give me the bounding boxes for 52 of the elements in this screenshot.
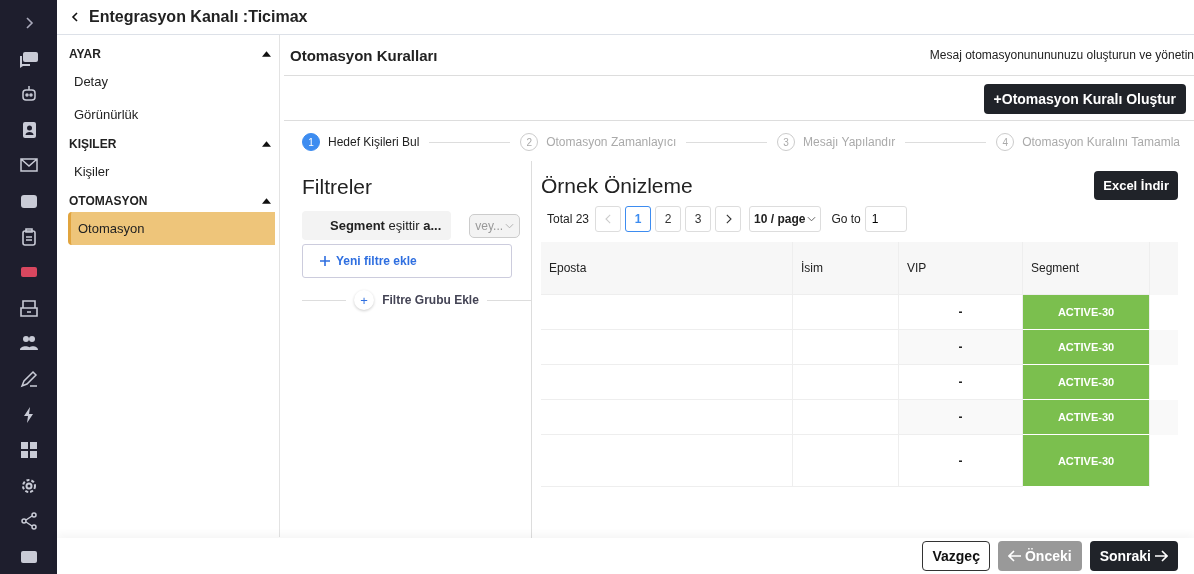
grid-icon[interactable] bbox=[18, 440, 39, 461]
collapse-icon[interactable] bbox=[262, 51, 271, 57]
add-group-icon[interactable]: + bbox=[354, 290, 375, 310]
back-icon[interactable] bbox=[69, 11, 81, 23]
column-header: VIP bbox=[899, 242, 1023, 295]
chevron-down-icon bbox=[505, 222, 515, 229]
total-count: Total 23 bbox=[547, 212, 590, 226]
sidebar-item[interactable]: Kişiler bbox=[68, 155, 275, 188]
step-label: Hedef Kişileri Bul bbox=[328, 135, 420, 149]
filter-condition[interactable]: Segment eşittir a... bbox=[302, 211, 452, 240]
inbox-icon[interactable] bbox=[18, 297, 39, 318]
cancel-button[interactable]: Vazgeç bbox=[922, 541, 990, 571]
sidebar-item[interactable]: Otomasyon bbox=[68, 212, 275, 245]
page-title: Entegrasyon Kanalı :Ticimax bbox=[89, 8, 308, 26]
panel-subtitle: Mesaj otomasyonunununuzu oluşturun ve yönetin bbox=[929, 48, 1194, 62]
step-number: 1 bbox=[302, 133, 320, 151]
step-label: Otomasyon Kuralını Tamamla bbox=[1022, 135, 1180, 149]
arrow-left-icon bbox=[1007, 550, 1022, 562]
section-heading: KIŞILER bbox=[69, 137, 117, 151]
collapse-icon[interactable] bbox=[262, 198, 271, 204]
goto-label: Go to bbox=[831, 212, 861, 226]
next-button[interactable]: Sonraki bbox=[1089, 541, 1178, 571]
sidebar-item[interactable]: Detay bbox=[68, 65, 275, 98]
chevron-right-icon bbox=[724, 214, 732, 224]
page-button[interactable]: 2 bbox=[655, 206, 682, 232]
add-group-link[interactable]: Filtre Grubu Ekle bbox=[382, 293, 479, 307]
section-heading: OTOMASYON bbox=[69, 194, 148, 208]
collapse-icon[interactable] bbox=[262, 141, 271, 147]
plus-icon bbox=[319, 255, 331, 267]
create-rule-button[interactable]: +Otomasyon Kuralı Oluştur bbox=[983, 84, 1186, 114]
pen-icon[interactable] bbox=[18, 368, 39, 389]
preview-heading: Örnek Önizleme bbox=[541, 173, 693, 198]
filters-heading: Filtreler bbox=[302, 175, 373, 199]
arrow-right-icon bbox=[1154, 550, 1168, 562]
goto-page-field[interactable]: 1 bbox=[864, 206, 907, 232]
excel-download-button[interactable]: Excel İndir bbox=[1094, 171, 1178, 200]
segment-tag: ACTIVE-30 bbox=[1023, 365, 1150, 400]
step-label: Otomasyon Zamanlayıcı bbox=[546, 135, 677, 149]
sidebar-item[interactable]: Görünürlük bbox=[68, 98, 275, 131]
chevron-down-icon bbox=[807, 216, 817, 222]
add-filter-button[interactable]: Yeni filtre ekle bbox=[302, 244, 512, 278]
segment-tag: ACTIVE-30 bbox=[1023, 435, 1150, 487]
panel-title: Otomasyon Kuralları bbox=[290, 46, 438, 64]
chevron-left-icon bbox=[604, 214, 612, 224]
segment-tag: ACTIVE-30 bbox=[1023, 330, 1150, 365]
section-heading: AYAR bbox=[69, 47, 101, 61]
segment-tag: ACTIVE-30 bbox=[1023, 295, 1150, 330]
page-size-dropdown[interactable]: 10 / page bbox=[749, 206, 822, 232]
segment-tag: ACTIVE-30 bbox=[1023, 400, 1150, 435]
share-icon[interactable] bbox=[18, 511, 39, 532]
page-button[interactable]: 3 bbox=[685, 206, 712, 232]
step-label: Mesajı Yapılandır bbox=[803, 135, 896, 149]
